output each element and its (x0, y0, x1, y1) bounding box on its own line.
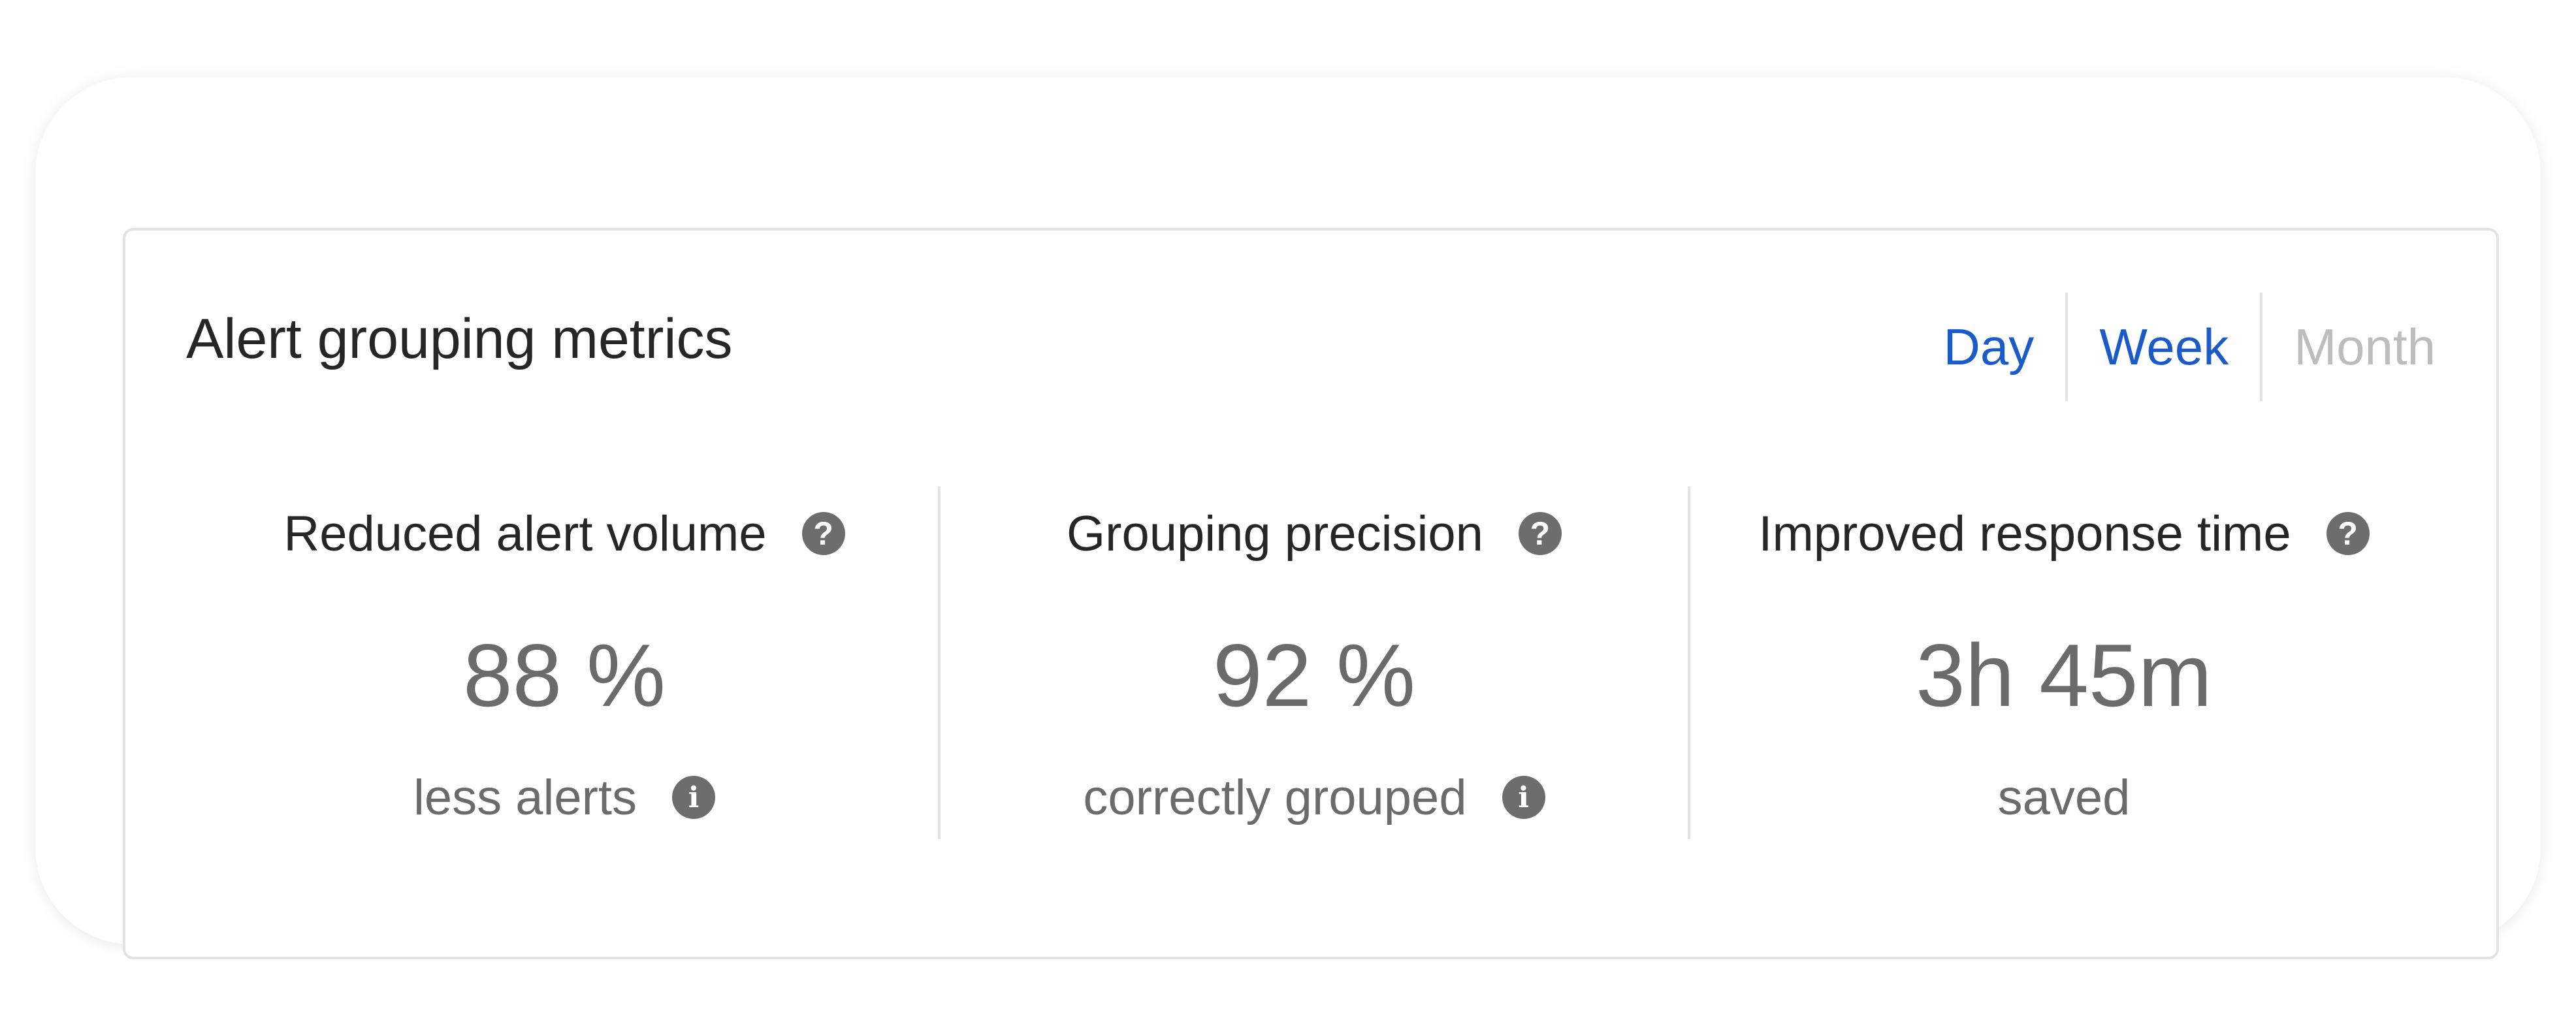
metrics-row: Reduced alert volume ? 88 % less alerts … (191, 487, 2438, 839)
info-circle-icon[interactable]: i (1502, 776, 1545, 819)
metric-sub: correctly grouped i (941, 765, 1688, 830)
period-tabs: Day Week Month (1912, 293, 2436, 401)
metric-header: Improved response time ? (1690, 501, 2438, 566)
question-circle-icon[interactable]: ? (2326, 512, 2370, 555)
metric-label: Grouping precision (1067, 505, 1483, 562)
metric-label: Reduced alert volume (283, 505, 767, 562)
metric-header: Reduced alert volume ? (191, 501, 938, 566)
tab-month: Month (2294, 318, 2436, 376)
tab-day[interactable]: Day (1912, 293, 2066, 401)
metric-reduced-alert-volume: Reduced alert volume ? 88 % less alerts … (191, 487, 938, 839)
metric-label: Improved response time (1758, 505, 2291, 562)
metric-sublabel: less alerts (413, 769, 637, 825)
metric-value: 3h 45m (1916, 626, 2212, 725)
panel-title: Alert grouping metrics (186, 308, 733, 370)
metric-grouping-precision: Grouping precision ? 92 % correctly grou… (938, 487, 1688, 839)
info-circle-icon[interactable]: i (672, 776, 716, 819)
question-circle-icon[interactable]: ? (1518, 512, 1562, 555)
metric-value: 92 % (1213, 626, 1415, 725)
question-circle-icon[interactable]: ? (801, 512, 845, 555)
metric-sub: saved (1690, 765, 2438, 830)
tab-week[interactable]: Week (2068, 293, 2260, 401)
metric-value: 88 % (463, 626, 666, 725)
outer-card: Alert grouping metrics Day Week Month Re… (35, 77, 2541, 959)
metric-sublabel: saved (1997, 769, 2131, 825)
metric-improved-response-time: Improved response time ? 3h 45m saved (1688, 487, 2438, 839)
metric-header: Grouping precision ? (941, 501, 1688, 566)
metric-sub: less alerts i (191, 765, 938, 830)
metric-sublabel: correctly grouped (1083, 769, 1467, 825)
alert-grouping-metrics-panel: Alert grouping metrics Day Week Month Re… (123, 228, 2499, 959)
